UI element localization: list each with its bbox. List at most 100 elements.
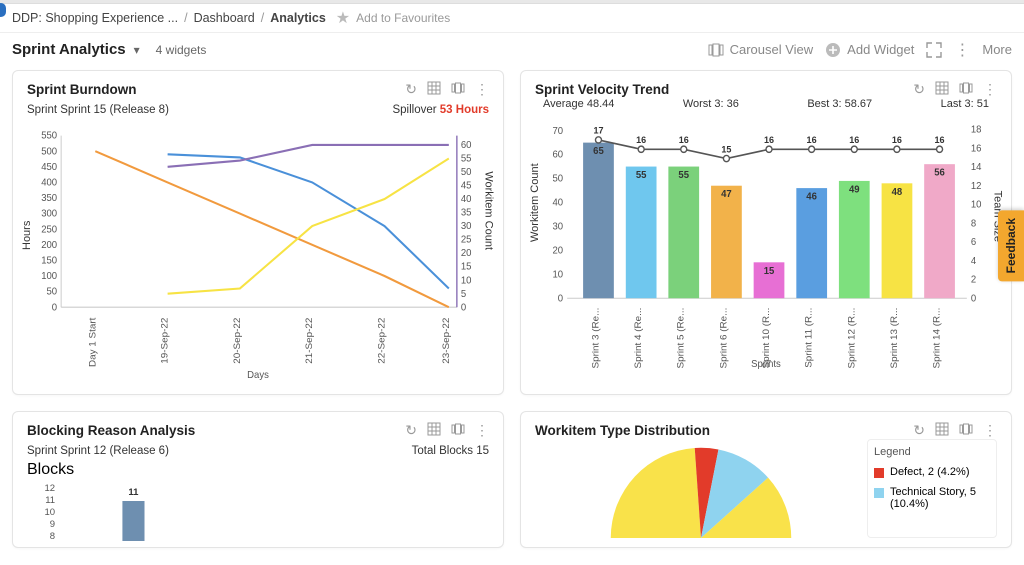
distribution-chart <box>535 439 867 538</box>
svg-text:200: 200 <box>41 240 57 251</box>
svg-text:20: 20 <box>553 245 564 256</box>
y-axis-label: Workitem Count <box>529 163 541 242</box>
svg-text:15: 15 <box>721 144 731 154</box>
svg-text:40: 40 <box>553 197 564 208</box>
y-axis-label: Blocks <box>27 461 74 478</box>
distribution-legend: Legend Defect, 2 (4.2%) Technical Story,… <box>867 439 997 538</box>
svg-text:45: 45 <box>461 181 472 192</box>
svg-text:22-Sep-22: 22-Sep-22 <box>377 318 388 364</box>
feedback-tab[interactable]: Feedback <box>998 210 1024 281</box>
svg-text:12: 12 <box>971 181 982 192</box>
refresh-icon[interactable]: ↻ <box>405 81 417 98</box>
kebab-icon[interactable]: ⋮ <box>954 42 970 58</box>
svg-text:Sprint 6 (Re...: Sprint 6 (Re... <box>719 308 730 369</box>
breadcrumb-leaf[interactable]: Analytics <box>270 11 326 25</box>
svg-text:40: 40 <box>461 194 472 205</box>
kebab-icon[interactable]: ⋮ <box>475 422 489 439</box>
svg-text:11: 11 <box>128 487 139 498</box>
svg-text:Sprint 3 (Re...: Sprint 3 (Re... <box>591 308 602 369</box>
svg-text:100: 100 <box>41 271 57 282</box>
svg-text:400: 400 <box>41 177 57 188</box>
svg-text:11: 11 <box>45 495 55 506</box>
svg-text:Sprints: Sprints <box>751 359 781 369</box>
svg-text:46: 46 <box>806 191 817 202</box>
y-axis-label: Hours <box>21 221 33 250</box>
velocity-avg: Average 48.44 <box>543 98 614 110</box>
kebab-icon[interactable]: ⋮ <box>983 422 997 439</box>
add-widget-button[interactable]: Add Widget <box>825 42 914 58</box>
carousel-icon[interactable] <box>959 422 973 439</box>
svg-text:10: 10 <box>971 200 982 211</box>
blocking-total: Total Blocks 15 <box>412 445 489 457</box>
grid-icon[interactable] <box>427 81 441 98</box>
svg-text:250: 250 <box>41 224 57 235</box>
velocity-worst: Worst 3: 36 <box>683 98 739 110</box>
refresh-icon[interactable]: ↻ <box>405 422 417 439</box>
svg-text:21-Sep-22: 21-Sep-22 <box>304 318 315 364</box>
breadcrumb-sep: / <box>261 11 264 25</box>
kebab-icon[interactable]: ⋮ <box>983 81 997 98</box>
y2-axis-label: Workitem Count <box>483 171 495 250</box>
carousel-icon[interactable] <box>451 81 465 98</box>
more-button[interactable]: More <box>982 42 1012 57</box>
svg-text:55: 55 <box>461 153 472 164</box>
breadcrumb: DDP: Shopping Experience ... / Dashboard… <box>0 4 1024 33</box>
expand-icon[interactable] <box>926 42 942 58</box>
refresh-icon[interactable]: ↻ <box>913 81 925 98</box>
refresh-icon[interactable]: ↻ <box>913 422 925 439</box>
svg-text:10: 10 <box>553 269 564 280</box>
carousel-view-button[interactable]: Carousel View <box>708 42 814 58</box>
svg-text:10: 10 <box>461 275 472 286</box>
card-title: Blocking Reason Analysis <box>27 423 195 438</box>
breadcrumb-sep: / <box>184 11 187 25</box>
breadcrumb-mid[interactable]: Dashboard <box>194 11 255 25</box>
svg-text:15: 15 <box>764 266 775 277</box>
svg-text:30: 30 <box>553 221 564 232</box>
legend-label: Technical Story, 5 (10.4%) <box>890 486 990 510</box>
chevron-down-icon[interactable]: ▾ <box>134 43 140 57</box>
svg-text:450: 450 <box>41 162 57 173</box>
svg-text:16: 16 <box>935 135 945 145</box>
svg-text:Sprint 4 (Re...: Sprint 4 (Re... <box>633 308 644 369</box>
svg-text:65: 65 <box>593 146 604 157</box>
velocity-chart: Workitem Count Team Size 0 10 20 30 40 5… <box>535 114 997 369</box>
workitem-distribution-card: Workitem Type Distribution ↻ ⋮ <box>520 411 1012 548</box>
carousel-icon[interactable] <box>451 422 465 439</box>
blocking-subtitle: Sprint Sprint 12 (Release 6) <box>27 445 169 457</box>
svg-text:50: 50 <box>553 174 564 185</box>
plus-circle-icon <box>825 42 841 58</box>
svg-text:4: 4 <box>971 256 977 267</box>
svg-text:55: 55 <box>678 170 689 181</box>
svg-text:Sprint 5 (Re...: Sprint 5 (Re... <box>676 308 687 369</box>
legend-label: Defect, 2 (4.2%) <box>890 466 969 478</box>
widget-count: 4 widgets <box>156 43 207 57</box>
add-favourites-label[interactable]: Add to Favourites <box>356 11 450 25</box>
svg-text:6: 6 <box>971 237 976 248</box>
svg-text:9: 9 <box>50 519 55 530</box>
svg-text:Sprint 13 (R...: Sprint 13 (R... <box>889 308 900 369</box>
card-title: Workitem Type Distribution <box>535 423 710 438</box>
svg-text:Days: Days <box>247 370 269 380</box>
carousel-view-label: Carousel View <box>730 42 814 57</box>
velocity-best: Best 3: 58.67 <box>807 98 872 110</box>
legend-item-tech[interactable]: Technical Story, 5 (10.4%) <box>874 486 990 510</box>
grid-icon[interactable] <box>427 422 441 439</box>
svg-text:16: 16 <box>849 135 859 145</box>
star-icon[interactable]: ★ <box>336 8 350 28</box>
breadcrumb-root[interactable]: DDP: Shopping Experience ... <box>12 11 178 25</box>
blocking-reason-card: Blocking Reason Analysis ↻ ⋮ Sprint Spri… <box>12 411 504 548</box>
svg-text:16: 16 <box>807 135 817 145</box>
svg-text:16: 16 <box>764 135 774 145</box>
svg-text:12: 12 <box>45 483 56 494</box>
grid-icon[interactable] <box>935 81 949 98</box>
sprint-velocity-card: Sprint Velocity Trend ↻ ⋮ Average 48.44 … <box>520 70 1012 395</box>
carousel-icon[interactable] <box>959 81 973 98</box>
kebab-icon[interactable]: ⋮ <box>475 81 489 98</box>
svg-text:500: 500 <box>41 146 57 157</box>
grid-icon[interactable] <box>935 422 949 439</box>
svg-text:49: 49 <box>849 184 860 195</box>
svg-text:48: 48 <box>892 187 903 198</box>
svg-text:0: 0 <box>52 302 58 313</box>
sprint-burndown-card: Sprint Burndown ↻ ⋮ Sprint Sprint 15 (Re… <box>12 70 504 395</box>
legend-item-defect[interactable]: Defect, 2 (4.2%) <box>874 466 990 478</box>
